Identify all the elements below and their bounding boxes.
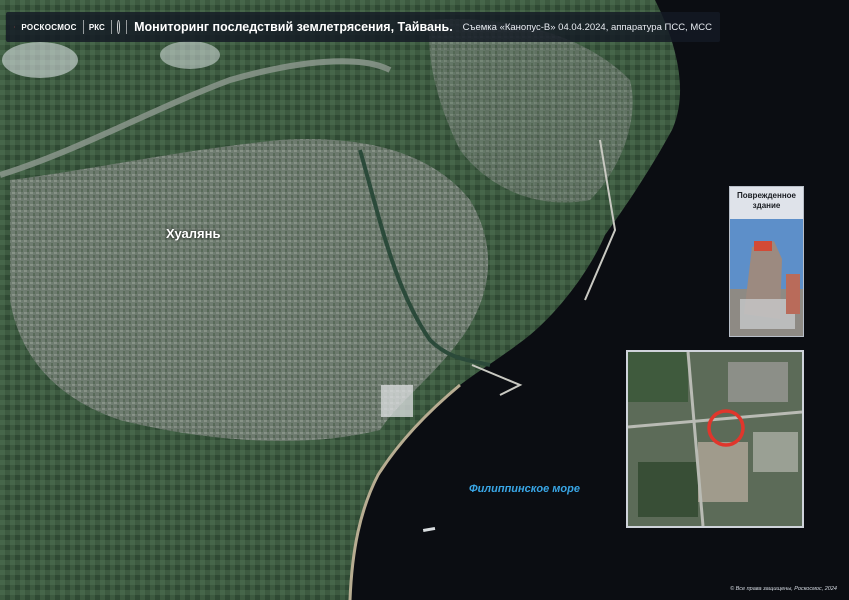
rks-logo-icon: РКС — [88, 22, 105, 32]
roscosmos-logo-icon — [14, 26, 16, 28]
city-label: Хуалянь — [166, 226, 221, 241]
damaged-building-photo: Поврежденное здание — [729, 186, 804, 337]
header-bar: РОСКОСМОС РКС Мониторинг последствий зем… — [6, 12, 720, 42]
sea-label: Филиппинское море — [469, 483, 580, 495]
brand-name: РОСКОСМОС — [21, 22, 77, 32]
zoomed-area — [628, 352, 802, 526]
page-title: Мониторинг последствий землетрясения, Та… — [134, 20, 453, 34]
photo-caption: Поврежденное здание — [737, 191, 796, 210]
survey-info: Съемка «Канопус-В» 04.04.2024, аппаратур… — [462, 21, 712, 33]
building-photo — [730, 219, 803, 336]
emblem-icon — [116, 20, 121, 34]
copyright-notice: © Все права защищены, Роскосмос, 2024 — [730, 586, 837, 592]
zoomed-satellite-inset — [626, 350, 804, 528]
